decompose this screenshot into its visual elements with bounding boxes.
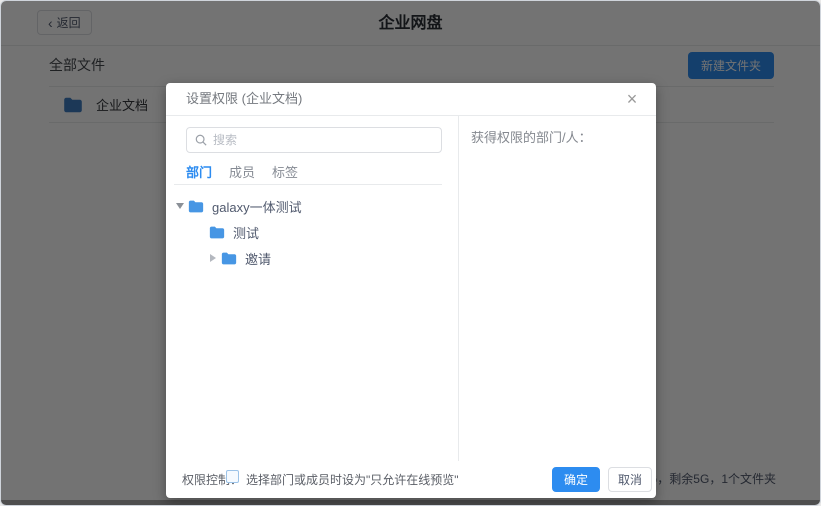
- tree-item-galaxy[interactable]: galaxy一体测试: [166, 193, 458, 219]
- dialog-header: 设置权限 (企业文档) ×: [166, 83, 656, 116]
- online-preview-checkbox-label: 选择部门或成员时设为"只允许在线预览": [246, 471, 459, 488]
- enterprise-drive-page: ‹ 返回 企业网盘 全部文件 新建文件夹 企业文档 5G，剩余5G，1个文件夹 …: [0, 0, 821, 506]
- tree-item-label: 邀请: [245, 249, 271, 268]
- tree-item-test[interactable]: 测试: [166, 219, 458, 245]
- online-preview-checkbox[interactable]: [226, 470, 239, 483]
- close-icon: ×: [627, 89, 638, 109]
- tab-tags[interactable]: 标签: [272, 162, 298, 185]
- close-button[interactable]: ×: [620, 87, 644, 111]
- search-icon: [195, 134, 207, 146]
- set-permission-dialog: 设置权限 (企业文档) × 部门 成员 标签 galaxy一: [166, 83, 656, 498]
- tab-bar: 部门 成员 标签: [186, 162, 298, 185]
- caret-down-icon[interactable]: [172, 203, 188, 209]
- tab-department[interactable]: 部门: [186, 162, 212, 185]
- tabs-divider: [174, 184, 442, 185]
- cancel-button[interactable]: 取消: [608, 467, 652, 492]
- granted-permissions-label: 获得权限的部门/人：: [471, 127, 592, 146]
- dialog-title: 设置权限 (企业文档): [186, 83, 302, 115]
- tree-item-invite[interactable]: 邀请: [166, 245, 458, 271]
- dialog-footer: 权限控制： 选择部门或成员时设为"只允许在线预览" 确定 取消: [166, 460, 656, 498]
- tree-item-label: galaxy一体测试: [212, 197, 302, 216]
- department-tree: galaxy一体测试 测试 邀请: [166, 193, 458, 271]
- tab-members[interactable]: 成员: [229, 162, 255, 185]
- folder-icon: [209, 226, 225, 239]
- search-box[interactable]: [186, 127, 442, 153]
- caret-right-icon[interactable]: [205, 254, 221, 262]
- folder-icon: [221, 252, 237, 265]
- folder-icon: [188, 200, 204, 213]
- panel-divider: [458, 116, 459, 461]
- search-input[interactable]: [213, 133, 441, 147]
- confirm-button[interactable]: 确定: [552, 467, 600, 492]
- tree-item-label: 测试: [233, 223, 259, 242]
